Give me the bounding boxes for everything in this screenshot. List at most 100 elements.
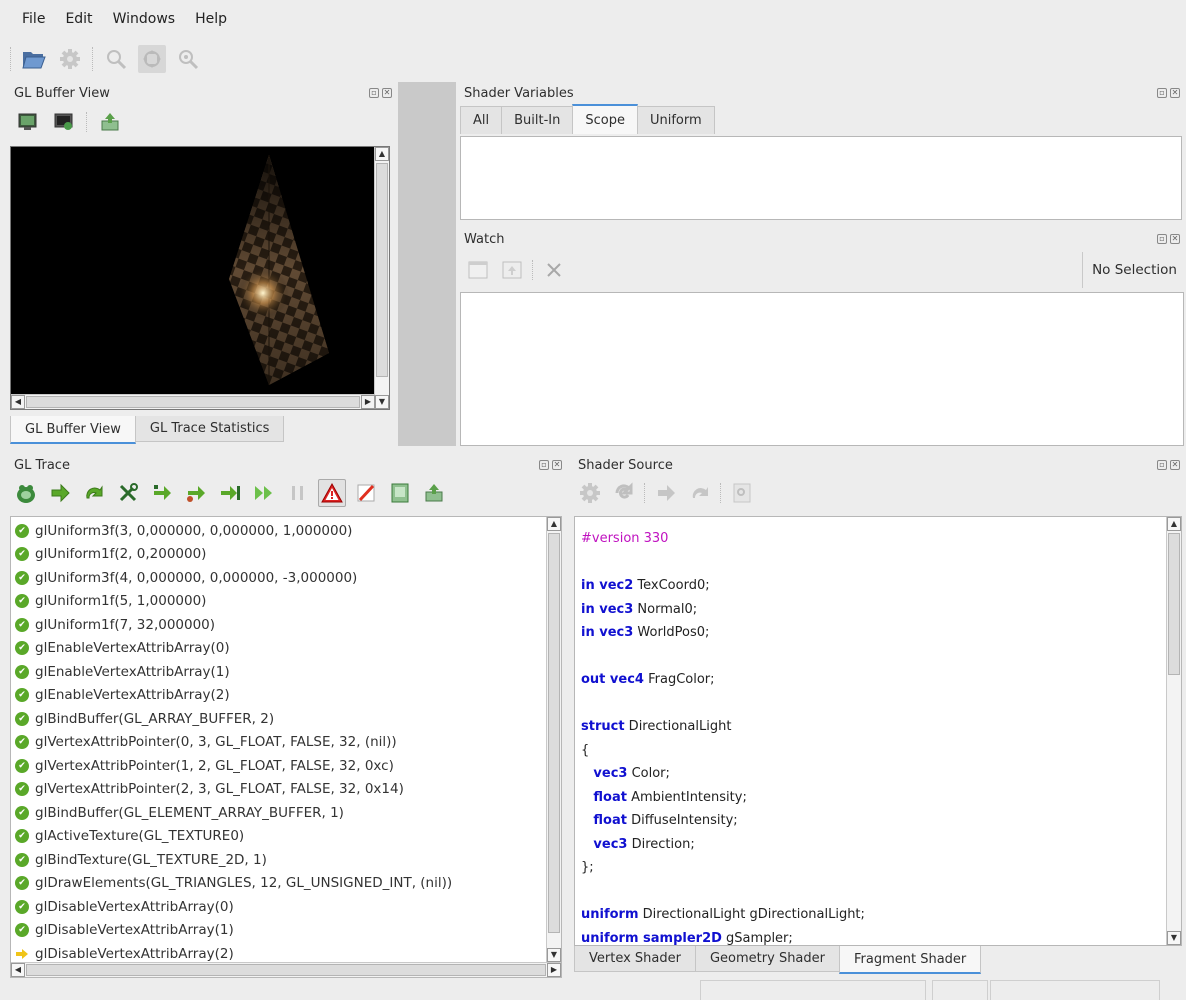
scroll-right-arrow-icon[interactable]: ▶ [361,395,375,409]
float-icon[interactable]: ▫ [1157,88,1167,98]
shader-skip-icon[interactable] [686,479,714,507]
trace-row[interactable]: ✔ glUniform1f(2, 0,200000) [11,543,561,567]
scroll-up-arrow-icon[interactable]: ▲ [1167,517,1181,531]
buffer-vertical-scrollbar[interactable]: ▲ ▼ [374,147,389,409]
execute-program-icon[interactable] [12,479,40,507]
shader-vertical-scrollbar[interactable]: ▲ ▼ [1166,517,1181,945]
scroll-down-arrow-icon[interactable]: ▼ [375,395,389,409]
scroll-down-arrow-icon[interactable]: ▼ [1167,931,1181,945]
trace-row[interactable]: ✔ glEnableVertexAttribArray(0) [11,637,561,661]
tab-vertex-shader[interactable]: Vertex Shader [574,946,696,972]
export-trace-icon[interactable] [420,479,448,507]
watch-list[interactable] [460,292,1184,446]
trace-row[interactable]: ✔ glDrawElements(GL_TRIANGLES, 12, GL_UNS… [11,872,561,896]
trace-row[interactable]: ✔ glBindBuffer(GL_ELEMENT_ARRAY_BUFFER, 1… [11,801,561,825]
gl-trace-list[interactable]: ✔ glUniform3f(3, 0,000000, 0,000000, 1,00… [10,516,562,978]
scroll-up-arrow-icon[interactable]: ▲ [547,517,561,531]
scrollbar-thumb[interactable] [376,163,388,377]
close-icon[interactable]: ✕ [552,460,562,470]
pause-icon[interactable] [284,479,312,507]
trace-row[interactable]: ✔ glDisableVertexAttribArray(0) [11,895,561,919]
trace-row[interactable]: ✔ glUniform1f(5, 1,000000) [11,590,561,614]
halt-on-error-icon[interactable] [318,479,346,507]
float-icon[interactable]: ▫ [539,460,549,470]
trace-row[interactable]: ✔ glVertexAttribPointer(1, 2, GL_FLOAT, F… [11,754,561,778]
tab-scope[interactable]: Scope [572,104,638,134]
zoom-in-icon[interactable] [174,45,202,73]
trace-row[interactable]: ✔ glUniform3f(3, 0,000000, 0,000000, 1,00… [11,519,561,543]
tab-built-in[interactable]: Built-In [501,106,574,134]
menu-windows[interactable]: Windows [103,5,186,33]
scroll-up-arrow-icon[interactable]: ▲ [375,147,389,161]
scrollbar-thumb[interactable] [1168,533,1180,675]
tab-gl-trace-statistics[interactable]: GL Trace Statistics [134,416,285,442]
watch-selection-status: No Selection [1082,252,1186,288]
trace-row[interactable]: ✔ glUniform3f(4, 0,000000, 0,000000, -3,0… [11,566,561,590]
tab-geometry-shader[interactable]: Geometry Shader [694,946,840,972]
trace-row[interactable]: ✔ glEnableVertexAttribArray(2) [11,684,561,708]
float-icon[interactable]: ▫ [369,88,379,98]
scroll-left-arrow-icon[interactable]: ◀ [11,395,25,409]
remove-breakpoint-icon[interactable] [352,479,380,507]
scrollbar-thumb[interactable] [548,533,560,933]
trace-row[interactable]: ✔ glVertexAttribPointer(2, 3, GL_FLOAT, F… [11,778,561,802]
capture-window-icon[interactable] [50,108,78,136]
trace-row[interactable]: ✔ glEnableVertexAttribArray(1) [11,660,561,684]
dock-splitter[interactable] [398,82,456,446]
menu-edit[interactable]: Edit [55,5,102,33]
capture-screen-icon[interactable] [14,108,42,136]
trace-row[interactable]: ✔ glBindTexture(GL_TEXTURE_2D, 1) [11,848,561,872]
add-watch-icon[interactable] [498,256,526,284]
trace-call-text: glEnableVertexAttribArray(0) [35,640,230,657]
shader-step-icon[interactable] [652,479,680,507]
shader-variables-list[interactable] [460,136,1182,220]
close-icon[interactable]: ✕ [1170,460,1180,470]
trace-row[interactable]: ✔ glDisableVertexAttribArray(1) [11,919,561,943]
pan-icon[interactable] [138,45,166,73]
tab-uniform[interactable]: Uniform [636,106,715,134]
close-icon[interactable]: ✕ [382,88,392,98]
float-icon[interactable]: ▫ [1157,234,1167,244]
buffer-canvas[interactable]: ▲ ▼ ◀ ▶ [10,146,390,410]
scrollbar-thumb[interactable] [26,396,360,408]
shader-source-editor[interactable]: #version 330 in vec2 TexCoord0; in vec3 N… [574,516,1182,946]
new-watch-window-icon[interactable] [464,256,492,284]
trace-row[interactable]: ✔ glUniform1f(7, 32,000000) [11,613,561,637]
settings-gear-icon[interactable] [56,45,84,73]
close-icon[interactable]: ✕ [1170,88,1180,98]
jump-to-frame-end-icon[interactable] [216,479,244,507]
zoom-out-icon[interactable] [102,45,130,73]
compile-settings-gear-icon[interactable] [576,479,604,507]
trace-vertical-scrollbar[interactable]: ▲ ▼ [546,517,561,962]
skip-icon[interactable] [80,479,108,507]
close-icon[interactable]: ✕ [1170,234,1180,244]
edit-tools-icon[interactable] [114,479,142,507]
tab-gl-buffer-view[interactable]: GL Buffer View [10,416,136,444]
tab-fragment-shader[interactable]: Fragment Shader [839,946,982,974]
scroll-right-arrow-icon[interactable]: ▶ [547,963,561,977]
run-icon[interactable] [250,479,278,507]
trace-horizontal-scrollbar[interactable]: ◀ ▶ [11,962,561,977]
reset-icon[interactable] [610,479,638,507]
menu-file[interactable]: File [12,5,55,33]
jump-to-draw-call-icon[interactable] [148,479,176,507]
trace-row[interactable]: ✔ glBindBuffer(GL_ARRAY_BUFFER, 2) [11,707,561,731]
jump-to-shader-switch-icon[interactable] [182,479,210,507]
trace-row[interactable]: ✔ glActiveTexture(GL_TEXTURE0) [11,825,561,849]
scrollbar-thumb[interactable] [26,964,546,976]
success-check-icon: ✔ [15,570,29,585]
tab-all[interactable]: All [460,106,503,134]
trace-row[interactable]: ✔ glVertexAttribPointer(0, 3, GL_FLOAT, F… [11,731,561,755]
shader-zoom-icon[interactable] [728,479,756,507]
save-image-icon[interactable] [96,108,124,136]
scroll-down-arrow-icon[interactable]: ▼ [547,948,561,962]
save-trace-icon[interactable] [386,479,414,507]
float-icon[interactable]: ▫ [1157,460,1167,470]
scroll-left-arrow-icon[interactable]: ◀ [11,963,25,977]
step-icon[interactable] [46,479,74,507]
buffer-horizontal-scrollbar[interactable]: ◀ ▶ [11,394,375,409]
remove-watch-icon[interactable] [540,256,568,284]
open-folder-icon[interactable] [20,45,48,73]
menu-help[interactable]: Help [185,5,237,33]
